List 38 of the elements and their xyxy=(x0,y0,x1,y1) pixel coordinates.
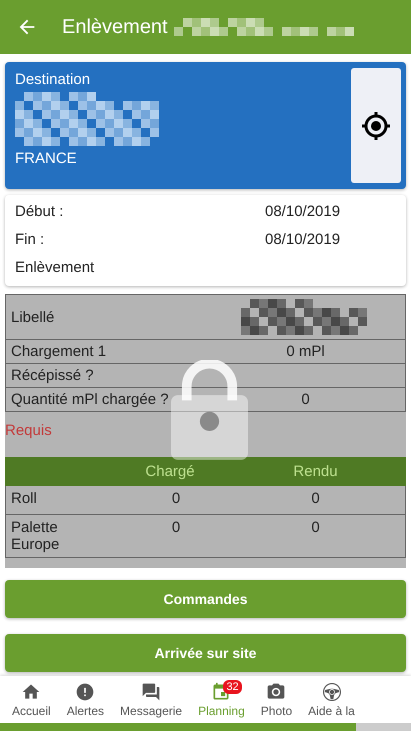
nav-tab[interactable]: Photo xyxy=(252,676,300,723)
schedule-label: Fin : xyxy=(15,231,46,248)
column-header: Rendu xyxy=(292,463,339,480)
nav-tab[interactable]: Alertes xyxy=(58,676,112,723)
column-header: Chargé xyxy=(144,463,196,480)
row-label: Palette Europe xyxy=(11,519,60,553)
country-text: FRANCE xyxy=(15,150,78,167)
schedule-date: 08/10/2019 xyxy=(265,231,342,248)
table-cell-text: 0 xyxy=(310,490,321,507)
nav-tab[interactable]: Planning 32 xyxy=(190,676,253,723)
count-badge: 32 xyxy=(223,680,242,694)
home-icon xyxy=(21,682,42,702)
field-label: Libellé xyxy=(11,308,56,326)
operation-type: Enlèvement xyxy=(15,259,96,276)
page-title: Enlèvement xyxy=(62,16,168,38)
schedule-label: Début : xyxy=(15,203,64,220)
nav-tab[interactable]: Accueil xyxy=(4,676,59,723)
table-cell-text: 0 xyxy=(310,519,321,536)
locate-button[interactable] xyxy=(351,68,401,183)
destination-label: Destination xyxy=(15,71,92,88)
lock-icon xyxy=(171,360,248,460)
required-text: Requis xyxy=(5,421,53,441)
camera-icon xyxy=(266,682,286,702)
alert-icon xyxy=(75,682,96,702)
chat-icon xyxy=(141,682,162,702)
row-label: Roll xyxy=(11,490,38,507)
field-label: Quantité mPl chargée ? xyxy=(11,391,170,408)
table-cell-text: 0 xyxy=(170,490,182,507)
nav-tab[interactable]: Messagerie xyxy=(112,676,190,723)
nav-tab[interactable]: Aide à la xyxy=(300,676,363,723)
steering-wheel-icon xyxy=(322,682,342,702)
field-label: Chargement 1 xyxy=(11,343,108,360)
schedule-date: 08/10/2019 xyxy=(265,203,342,220)
crosshair-icon xyxy=(360,110,392,142)
field-label: Récépissé ? xyxy=(11,367,95,384)
field-value: 0 mPl xyxy=(285,343,326,360)
table-cell-text: 0 xyxy=(170,519,182,536)
field-value: 0 xyxy=(300,391,311,408)
